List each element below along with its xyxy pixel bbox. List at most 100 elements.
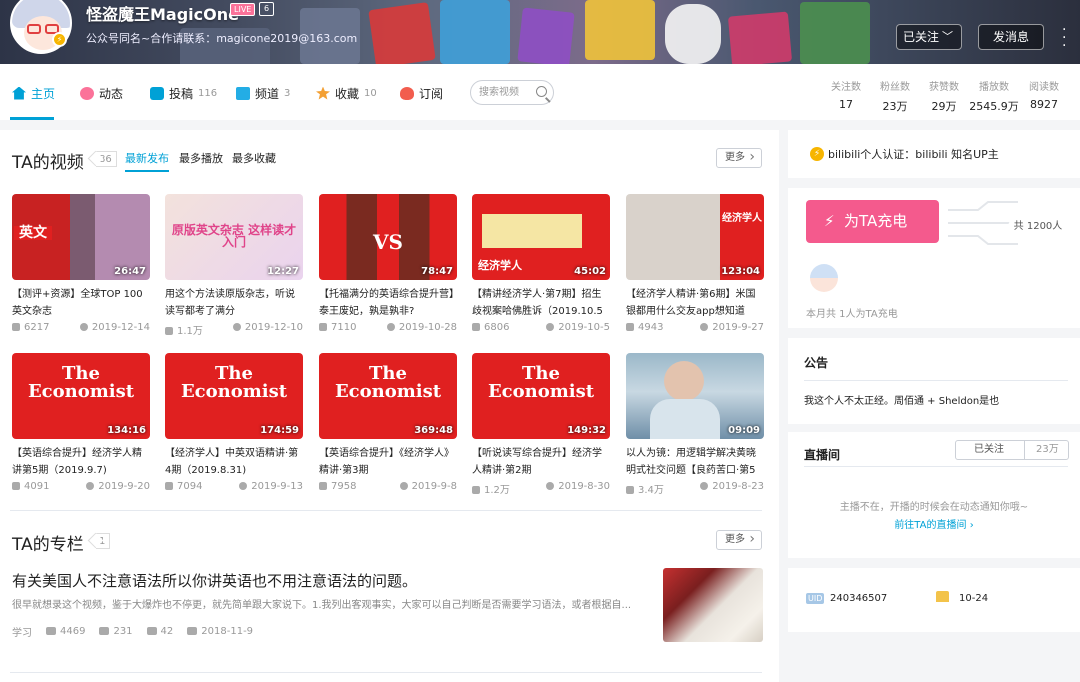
search-icon[interactable]	[536, 86, 547, 97]
videos-more-button[interactable]: 更多	[716, 148, 762, 168]
video-duration: 78:47	[421, 266, 453, 277]
live-follow-label: 已关注	[974, 444, 1004, 455]
divider	[10, 672, 762, 673]
tab-home[interactable]: 主页	[12, 84, 55, 102]
video-card[interactable]: The Economist 174:59 【经济学人】中英双语精讲·第4期（20…	[165, 353, 303, 503]
video-title[interactable]: 【精讲经济学人·第7期】招生歧视案哈佛胜诉（2019.10.5	[472, 286, 610, 320]
cert-text: bilibili个人认证：bilibili 知名UP主	[828, 148, 999, 161]
charger-avatar[interactable]	[810, 264, 838, 292]
video-title[interactable]: 【经济学人】中英双语精讲·第4期（2019.8.31)	[165, 445, 303, 479]
video-card[interactable]: 原版英文杂志 这样读才入门 12:27 用这个方法读原版杂志，听说读写都考了满分…	[165, 194, 303, 344]
live-title: 直播间	[804, 448, 841, 462]
video-title[interactable]: 【测评+资源】全球TOP 100英文杂志	[12, 286, 150, 320]
play-count: 1.1万	[165, 322, 203, 337]
tab-count: 3	[284, 87, 291, 99]
video-duration: 123:04	[721, 266, 760, 277]
video-card[interactable]: The Economist 149:32 【听说读写综合提升】经济学人精讲·第2…	[472, 353, 610, 503]
video-card[interactable]: 经济学人 45:02 【精讲经济学人·第7期】招生歧视案哈佛胜诉（2019.10…	[472, 194, 610, 344]
video-title[interactable]: 【英语综合提升】《经济学人》精讲·第3期	[319, 445, 457, 479]
video-card[interactable]: 英文 26:47 【测评+资源】全球TOP 100英文杂志 6217 2019-1…	[12, 194, 150, 344]
profile-nav: 主页 动态 投稿 116 频道 3 收藏 10 订阅 搜索视频 关注数 17 粉丝…	[0, 64, 1080, 120]
video-date: 2019-8-23	[700, 481, 764, 496]
sort-latest[interactable]: 最新发布	[125, 150, 169, 172]
videos-title: TA的视频	[12, 153, 84, 173]
stat-label: 粉丝数	[880, 82, 910, 93]
main-content: TA的视频 86 最新发布 最多播放 最多收藏 更多 英文 26:47 【测评+…	[0, 130, 779, 682]
tab-count: 10	[364, 87, 377, 99]
live-fans: 23万	[1036, 444, 1059, 455]
video-card[interactable]: The Economist 369:48 【英语综合提升】《经济学人》精讲·第3…	[319, 353, 457, 503]
video-thumbnail[interactable]: The Economist 174:59	[165, 353, 303, 439]
column-count: 1	[96, 533, 111, 549]
article-desc: 很早就想录这个视频，鉴于大爆炸也不停更，就先简单跟大家说下。1.我列出客观事实，…	[12, 600, 632, 611]
tab-favorites[interactable]: 收藏 10	[316, 84, 377, 102]
article-category[interactable]: 学习	[12, 624, 32, 639]
video-card[interactable]: 经济学人 123:04 【经济学人精讲·第6期】米国银都用什么交友app想知道 …	[626, 194, 764, 344]
chevron-down-icon: ﹀	[942, 30, 953, 43]
charge-button[interactable]: ⚡ 为TA充电	[806, 200, 939, 243]
video-card[interactable]: 09:09 以人为镜：用逻辑学解决黄晓明式社交问题【良药苦口·第5 3.4万 20…	[626, 353, 764, 503]
live-panel: 直播间 已关注 23万 主播不在，开播的时候会在动态通知你哦~ 前往TA的直播间…	[788, 432, 1080, 558]
sort-most-favorited[interactable]: 最多收藏	[232, 150, 276, 166]
video-date: 2019-10-5	[546, 322, 610, 333]
video-thumbnail[interactable]: The Economist 149:32	[472, 353, 610, 439]
video-thumbnail[interactable]: The Economist 369:48	[319, 353, 457, 439]
article-likes: 231	[99, 626, 132, 637]
stat-label: 获赞数	[929, 82, 959, 93]
video-title[interactable]: 以人为镜：用逻辑学解决黄晓明式社交问题【良药苦口·第5	[626, 445, 764, 479]
video-thumbnail[interactable]: 经济学人 123:04	[626, 194, 764, 280]
article-thumbnail[interactable]	[663, 568, 763, 642]
video-thumbnail[interactable]: 经济学人 45:02	[472, 194, 610, 280]
stat-reads: 阅读数 8927	[1014, 78, 1074, 111]
live-room-link[interactable]: 前往TA的直播间 ›	[788, 516, 1080, 531]
follow-button[interactable]: 已关注 ﹀	[896, 24, 962, 50]
channel-icon	[236, 86, 250, 100]
play-count: 7110	[319, 322, 356, 333]
video-card[interactable]: The Economist 134:16 【英语综合提升】经济学人精讲第5期（2…	[12, 353, 150, 503]
video-date: 2019-9-27	[700, 322, 764, 333]
video-duration: 134:16	[107, 425, 146, 436]
notice-text: 我这个人不太正经。周佰通 + Sheldon是也	[804, 396, 1000, 407]
live-follow-button[interactable]: 已关注 23万	[955, 440, 1069, 460]
video-duration: 369:48	[414, 425, 453, 436]
sort-most-played[interactable]: 最多播放	[179, 150, 223, 166]
message-button[interactable]: 发消息	[978, 24, 1044, 50]
video-card[interactable]: VS 78:47 【托福满分的英语综合提升营】泰王废妃，孰是孰非? 7110 20…	[319, 194, 457, 344]
live-badge[interactable]: LIVE	[230, 3, 256, 16]
cert-panel: ⚡ bilibili个人认证：bilibili 知名UP主	[788, 130, 1080, 178]
play-count: 4943	[626, 322, 663, 333]
video-thumbnail[interactable]: 英文 26:47	[12, 194, 150, 280]
more-options-icon[interactable]: · · ·	[1062, 23, 1070, 53]
thumb-text: The Economist	[180, 363, 288, 402]
charge-panel: ⚡ 为TA充电 共 1200人 本月共 1人为TA充电	[788, 188, 1080, 328]
search-input[interactable]: 搜索视频	[470, 80, 554, 105]
column-more-button[interactable]: 更多	[716, 530, 762, 550]
video-title[interactable]: 【托福满分的英语综合提升营】泰王废妃，孰是孰非?	[319, 286, 457, 320]
video-date: 2019-9-20	[86, 481, 150, 492]
play-count: 1.2万	[472, 481, 510, 496]
video-thumbnail[interactable]: VS 78:47	[319, 194, 457, 280]
article-meta: 学习 4469 231 42 2018-11-9	[12, 624, 253, 639]
video-duration: 45:02	[574, 266, 606, 277]
video-date: 2019-9-8	[400, 481, 457, 492]
tab-subscriptions[interactable]: 订阅	[400, 84, 443, 102]
follow-label: 已关注	[903, 30, 940, 44]
video-thumbnail[interactable]: 原版英文杂志 这样读才入门 12:27	[165, 194, 303, 280]
tab-channels[interactable]: 频道 3	[236, 84, 290, 102]
article-title[interactable]: 有关美国人不注意语法所以你讲英语也不用注意语法的问题。	[12, 570, 417, 591]
play-count: 3.4万	[626, 481, 664, 496]
video-title[interactable]: 【经济学人精讲·第6期】米国银都用什么交友app想知道	[626, 286, 764, 320]
video-thumbnail[interactable]: The Economist 134:16	[12, 353, 150, 439]
live-off-text: 主播不在，开播的时候会在动态通知你哦~	[839, 502, 1029, 513]
tab-dynamic[interactable]: 动态	[80, 84, 123, 102]
video-thumbnail[interactable]: 09:09	[626, 353, 764, 439]
video-date: 2019-9-13	[239, 481, 303, 492]
video-title[interactable]: 【英语综合提升】经济学人精讲第5期（2019.9.7)	[12, 445, 150, 479]
video-title[interactable]: 用这个方法读原版杂志，听说读写都考了满分	[165, 286, 303, 320]
video-title[interactable]: 【听说读写综合提升】经济学人精讲·第2期	[472, 445, 610, 479]
stat-value: 8927	[1030, 98, 1058, 111]
column-title: TA的专栏	[12, 535, 84, 555]
tab-uploads[interactable]: 投稿 116	[150, 84, 217, 102]
chevron-right-icon: ›	[969, 520, 974, 531]
stat-label: 阅读数	[1029, 82, 1059, 93]
